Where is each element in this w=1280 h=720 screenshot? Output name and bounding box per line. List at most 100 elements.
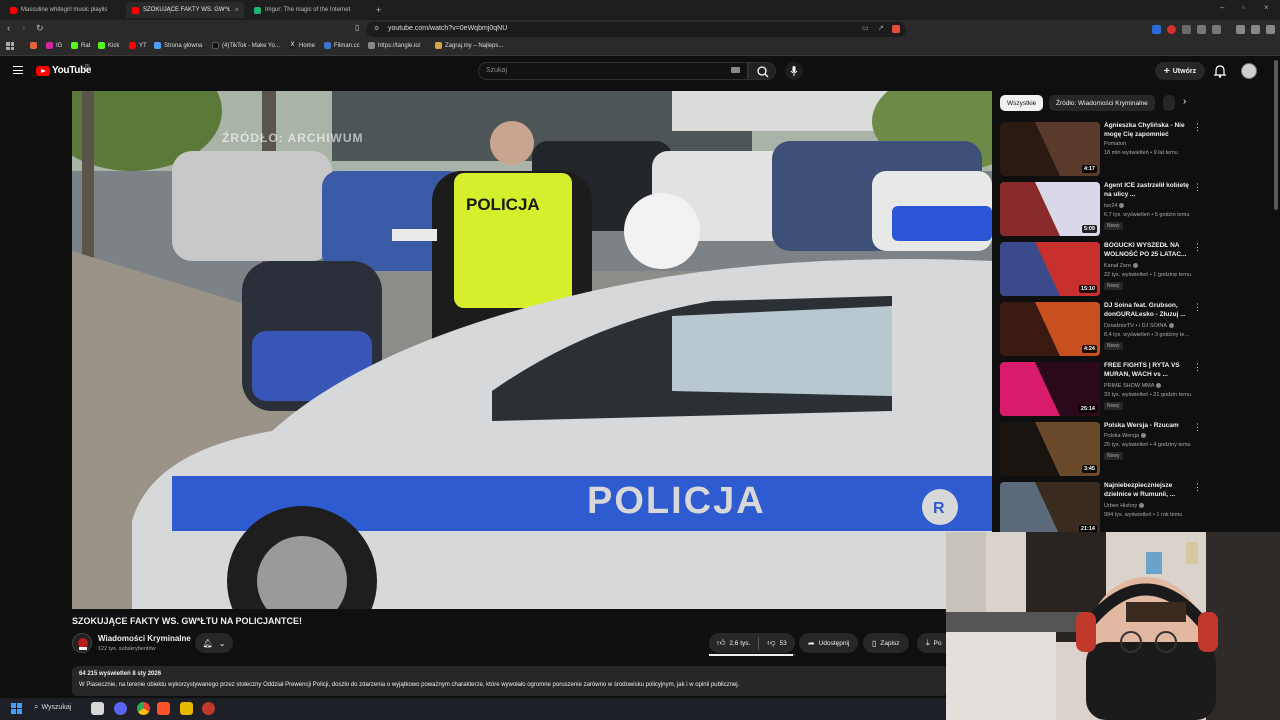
- recommendation-channel[interactable]: PRIME SHOW MMA: [1104, 383, 1162, 389]
- video-thumbnail[interactable]: 5:09: [1000, 182, 1100, 236]
- chrome-icon[interactable]: [137, 702, 150, 715]
- windows-start-icon[interactable]: [11, 703, 22, 714]
- extension-icon[interactable]: [1182, 25, 1191, 34]
- maximize-icon[interactable]: ▫: [1242, 3, 1245, 12]
- hamburger-menu-icon[interactable]: [13, 66, 23, 74]
- recommendation-item[interactable]: 21:14 Najniebezpieczniejsze dzielnice w …: [1000, 480, 1270, 538]
- app-icon[interactable]: [180, 702, 193, 715]
- taskbar-search[interactable]: ⌕ Wyszukaj: [34, 702, 71, 712]
- apps-icon[interactable]: [6, 42, 14, 50]
- browser-tab-active[interactable]: SZOKUJĄCE FAKTY WS. GW^Ł ×: [126, 2, 244, 18]
- more-options-icon[interactable]: ⋮: [1193, 182, 1202, 193]
- channel-avatar[interactable]: [72, 633, 92, 653]
- video-thumbnail[interactable]: 3:45: [1000, 422, 1100, 476]
- bookmark-item[interactable]: YT: [129, 42, 147, 49]
- video-thumbnail[interactable]: 15:10: [1000, 242, 1100, 296]
- extension-icon[interactable]: [1152, 25, 1161, 34]
- recommendation-item[interactable]: 3:45 Polska Wersja - Rzucam Polska Wersj…: [1000, 420, 1270, 478]
- recommendation-item[interactable]: 4:24 DJ Soina feat. Grubson, donGURALesk…: [1000, 300, 1270, 358]
- bookmark-item[interactable]: Zagraj.my – Najleps...: [435, 42, 503, 49]
- more-options-icon[interactable]: ⋮: [1193, 482, 1202, 493]
- site-info-icon[interactable]: ⚙: [374, 25, 379, 32]
- brave-icon[interactable]: [157, 702, 170, 715]
- chip-source-channel[interactable]: Źródło: Wiadomości Kryminalne: [1049, 95, 1155, 111]
- more-options-icon[interactable]: ⋮: [1193, 362, 1202, 373]
- extension-icon[interactable]: [1212, 25, 1221, 34]
- save-button[interactable]: ▯ Zapisz: [863, 633, 909, 653]
- youtube-logo-icon[interactable]: [36, 66, 50, 76]
- recommendation-item[interactable]: 5:09 Agent ICE zastrzelił kobietę na uli…: [1000, 180, 1270, 238]
- share-icon[interactable]: ↗: [878, 24, 884, 32]
- video-thumbnail[interactable]: 21:14: [1000, 482, 1100, 536]
- more-options-icon[interactable]: ⋮: [1193, 122, 1202, 133]
- search-input[interactable]: Szukaj: [478, 62, 748, 80]
- media-icon[interactable]: [1236, 25, 1245, 34]
- forward-icon[interactable]: ›: [22, 23, 25, 34]
- dislike-button[interactable]: 👎︎ 53: [759, 633, 794, 653]
- sidebar-icon[interactable]: [1251, 25, 1260, 34]
- minimize-icon[interactable]: –: [1220, 3, 1224, 12]
- recommendation-channel[interactable]: Urbex History: [1104, 503, 1145, 509]
- bookmark-item[interactable]: X Home: [289, 42, 315, 49]
- recommendation-channel[interactable]: tvn24: [1104, 203, 1125, 209]
- recommendation-channel[interactable]: Polska Wersja: [1104, 433, 1147, 439]
- voice-search-button[interactable]: [785, 62, 803, 80]
- bookmark-item[interactable]: https://tangle.io/: [368, 42, 420, 49]
- bookmark-icon[interactable]: ▯: [355, 23, 359, 32]
- install-icon[interactable]: ▭: [862, 24, 869, 32]
- recommendation-title[interactable]: Najniebezpieczniejsze dzielnice w Rumuni…: [1104, 482, 1194, 499]
- notifications-bell-icon[interactable]: [1214, 65, 1226, 78]
- app-icon[interactable]: [202, 702, 215, 715]
- more-options-icon[interactable]: ⋮: [1193, 422, 1202, 433]
- menu-icon[interactable]: [1266, 25, 1275, 34]
- browser-tab[interactable]: Imgur: The magic of the Internet: [248, 2, 366, 18]
- recommendation-channel[interactable]: Kanał Zero: [1104, 263, 1138, 269]
- video-thumbnail[interactable]: 4:24: [1000, 302, 1100, 356]
- bookmark-item[interactable]: IG: [46, 42, 62, 49]
- task-view-icon[interactable]: [91, 702, 104, 715]
- video-thumbnail[interactable]: 4:17: [1000, 122, 1100, 176]
- bookmark-item[interactable]: Strona główna: [154, 42, 202, 49]
- recommendation-title[interactable]: BOGUCKI WYSZEDŁ NA WOLNOŚĆ PO 25 LATAC..…: [1104, 242, 1194, 259]
- chevron-right-icon[interactable]: ›: [1183, 96, 1186, 107]
- chip-all[interactable]: Wszystkie: [1000, 95, 1044, 111]
- more-options-icon[interactable]: ⋮: [1193, 302, 1202, 313]
- bookmark-item[interactable]: Kick: [98, 42, 119, 49]
- video-player[interactable]: POLICJA POLICJA R ŹRÓDŁO: ARCHIWUM: [72, 91, 992, 609]
- description-box[interactable]: 64 215 wyświetleń 8 sty 2026 W Piaseczni…: [72, 666, 948, 696]
- close-tab-icon[interactable]: ×: [235, 7, 239, 14]
- discord-icon[interactable]: [114, 702, 127, 715]
- recommendation-channel[interactable]: DziadziorTV • i DJ SOINA: [1104, 323, 1175, 329]
- recommendation-item[interactable]: 25:14 FREE FIGHTS | RYTA VS MURAN, WACH …: [1000, 360, 1270, 418]
- close-window-icon[interactable]: ×: [1264, 3, 1269, 12]
- bookmark-item[interactable]: (4)TikTok - Make Yo...: [212, 42, 280, 49]
- page-scrollbar[interactable]: [1274, 60, 1278, 210]
- keyboard-icon[interactable]: [731, 67, 740, 73]
- subscription-bell-button[interactable]: 🔔︎ ⌄: [195, 633, 233, 653]
- recommendation-title[interactable]: Agnieszka Chylińska - Nie mogę Cię zapom…: [1104, 122, 1194, 139]
- recommendation-title[interactable]: FREE FIGHTS | RYTA VS MURAN, WACH vs ...: [1104, 362, 1194, 379]
- chip-overflow[interactable]: [1163, 95, 1175, 111]
- browser-tab[interactable]: Masculine whitegirl music playlis: [4, 2, 122, 18]
- extension-icon[interactable]: [1197, 25, 1206, 34]
- video-thumbnail[interactable]: 25:14: [1000, 362, 1100, 416]
- new-tab-button[interactable]: +: [370, 2, 386, 18]
- recommendation-title[interactable]: DJ Soina feat. Grubson, donGURALesko - Z…: [1104, 302, 1194, 319]
- more-options-icon[interactable]: ⋮: [1193, 242, 1202, 253]
- back-icon[interactable]: ‹: [7, 23, 10, 34]
- shield-icon[interactable]: [892, 25, 900, 33]
- recommendation-channel[interactable]: Pomaton: [1104, 141, 1126, 147]
- extension-icon[interactable]: [1167, 25, 1176, 34]
- bookmark-item[interactable]: Filman.cc: [324, 42, 360, 49]
- search-button[interactable]: [748, 62, 776, 80]
- create-button[interactable]: + Utwórz: [1155, 62, 1205, 80]
- bookmark-item[interactable]: Rat: [71, 42, 90, 49]
- address-bar[interactable]: ⚙ youtube.com/watch?v=0eWqbmj0qNU ▭ ↗: [366, 22, 906, 37]
- channel-name[interactable]: Wiadomości Kryminalne: [98, 634, 191, 643]
- recommendation-item[interactable]: 4:17 Agnieszka Chylińska - Nie mogę Cię …: [1000, 120, 1270, 178]
- like-button[interactable]: 👍︎ 2,6 tys.: [709, 633, 758, 653]
- share-button[interactable]: ➦ Udostępnij: [799, 633, 859, 653]
- recommendation-item[interactable]: 15:10 BOGUCKI WYSZEDŁ NA WOLNOŚĆ PO 25 L…: [1000, 240, 1270, 298]
- download-button[interactable]: ⤓ Po: [917, 633, 946, 653]
- reload-icon[interactable]: ↻: [36, 23, 44, 34]
